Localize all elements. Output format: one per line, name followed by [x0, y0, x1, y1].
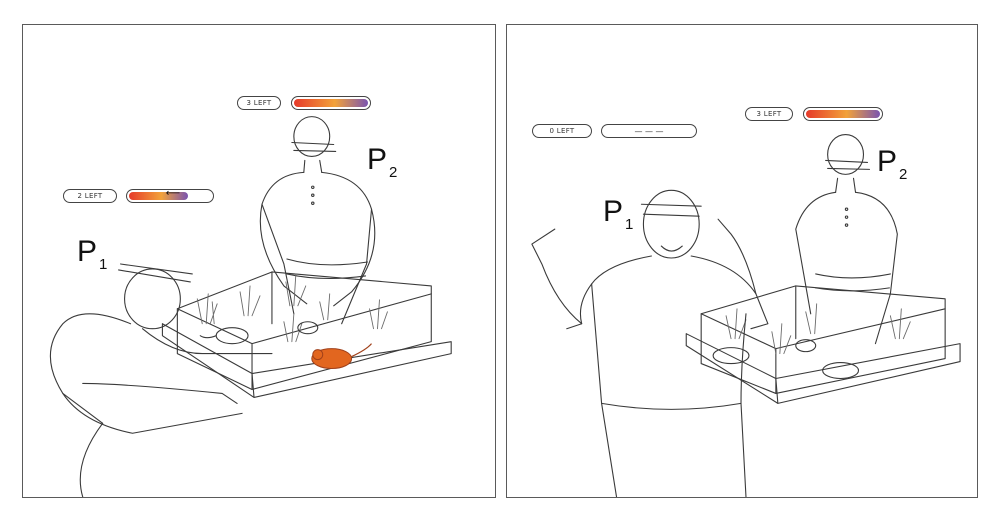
right-scene-sketch — [531, 133, 961, 497]
p2-progress-fill — [294, 99, 368, 107]
p2-progress-fill — [806, 110, 880, 118]
p1-progress-bar: ⟵ — [126, 188, 214, 203]
p1-empty-bar: — — — — [601, 124, 697, 138]
p1-progress-fill: ⟵ — [129, 188, 189, 200]
p1-counter-text: 0 LEFT — [549, 127, 575, 135]
mouse-icon — [712, 339, 860, 380]
p1-person-drawing — [49, 263, 273, 497]
p2-label: P2 — [877, 145, 908, 183]
ar-headset-icon — [825, 159, 871, 170]
p1-counter-pill: 0 LEFT — [532, 124, 592, 138]
p2-label: P2 — [367, 143, 398, 181]
ar-headset-icon — [291, 141, 337, 153]
p1-person-drawing — [531, 189, 769, 497]
terrarium-box — [685, 285, 961, 404]
p2-counter-pill: 3 LEFT — [745, 107, 793, 121]
right-scene-panel: 0 LEFT — — — P1 3 LEFT P2 — [506, 24, 978, 498]
terrarium-box — [161, 271, 452, 398]
p2-person-drawing — [259, 116, 376, 325]
p2-counter-text: 3 LEFT — [756, 110, 782, 118]
p1-empty-bar-text: — — — — [634, 126, 664, 136]
grass-tufts — [725, 303, 911, 355]
p1-counter-pill: 2 LEFT — [63, 189, 117, 203]
left-scene-panel: 3 LEFT P2 2 LEFT ⟵ P1 — [22, 24, 496, 498]
p1-counter-text: 2 LEFT — [77, 192, 103, 200]
ar-headset-icon — [640, 203, 702, 217]
p1-label: P1 — [603, 195, 634, 233]
arrow-left-icon: ⟵ — [165, 188, 181, 199]
ar-headset-icon — [118, 263, 193, 283]
p2-progress-bar — [803, 107, 883, 121]
p2-counter-pill: 3 LEFT — [237, 96, 281, 110]
p2-counter-text: 3 LEFT — [246, 99, 272, 107]
mouse-icon — [199, 321, 319, 345]
p2-progress-bar — [291, 96, 371, 110]
p1-label: P1 — [77, 235, 108, 273]
